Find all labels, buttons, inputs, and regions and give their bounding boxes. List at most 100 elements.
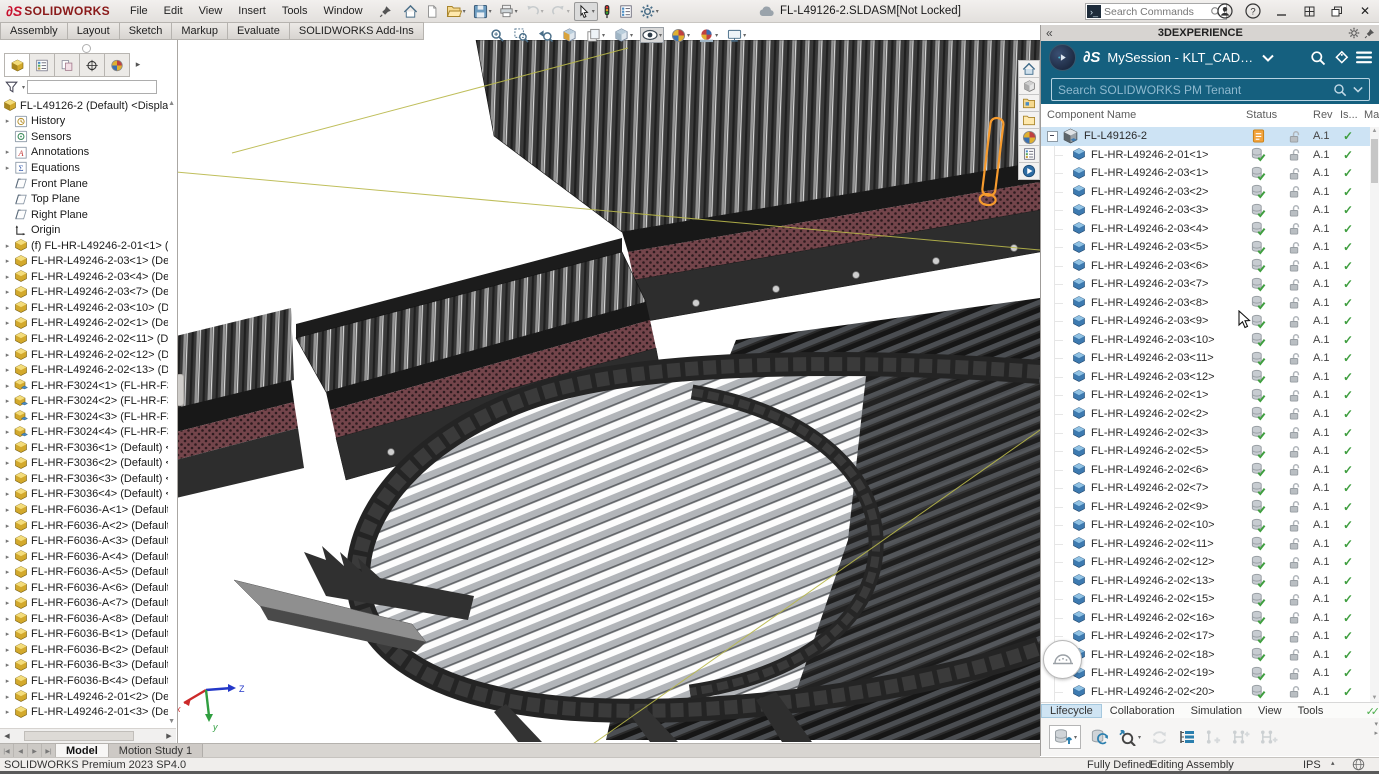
tab-dimxpert-manager[interactable]: [80, 53, 105, 77]
expand-arrow-icon[interactable]: ▸: [2, 630, 13, 638]
expand-arrow-icon[interactable]: ▸: [2, 335, 13, 343]
tree-item[interactable]: ▸FL-HR-F3024<4> (FL-HR-F3024) <: [0, 424, 168, 440]
expand-arrow-icon[interactable]: ▸: [2, 117, 13, 125]
tree-item[interactable]: ▸FL-HR-F3036<4> (Default) <<Def.: [0, 487, 168, 503]
tree-item[interactable]: ▸FL-HR-L49246-2-03<7> (Default): [0, 285, 168, 301]
explore-search-button[interactable]: ▾: [1118, 729, 1141, 746]
component-row[interactable]: FL-HR-L49246-2-03<12>A.1✓: [1041, 368, 1371, 387]
scrollbar-thumb[interactable]: [24, 731, 134, 741]
tab-configuration-manager[interactable]: [55, 53, 80, 77]
filter-input[interactable]: [27, 80, 157, 94]
view-settings-button[interactable]: ▾: [725, 26, 748, 45]
component-row[interactable]: FL-HR-L49246-2-02<11>A.1✓: [1041, 534, 1371, 553]
doc-views-button[interactable]: ▾: [584, 26, 607, 45]
ribbon-tab-layout[interactable]: Layout: [68, 22, 120, 40]
session-selector[interactable]: MySession - KLT_CAD Data (S...: [1107, 50, 1255, 65]
connect-nodes-alt-button[interactable]: [1259, 729, 1278, 745]
tree-item[interactable]: Front Plane: [0, 176, 168, 192]
component-row[interactable]: FL-HR-L49246-2-03<5>A.1✓: [1041, 238, 1371, 257]
tree-item[interactable]: ▸FL-HR-F6036-A<1> (Default) <<D: [0, 502, 168, 518]
component-row[interactable]: FL-HR-L49246-2-03<11>A.1✓: [1041, 349, 1371, 368]
component-row[interactable]: FL-HR-L49246-2-03<10>A.1✓: [1041, 331, 1371, 350]
menu-tools[interactable]: Tools: [274, 2, 316, 20]
expand-arrow-icon[interactable]: ▸: [2, 506, 13, 514]
restore-button[interactable]: [1329, 3, 1345, 19]
close-button[interactable]: ✕: [1357, 3, 1373, 19]
column-header[interactable]: Status: [1246, 109, 1277, 121]
expand-arrow-icon[interactable]: ▸: [2, 661, 13, 669]
component-row[interactable]: FL-HR-L49246-2-03<7>A.1✓: [1041, 275, 1371, 294]
taskpane-custom-props[interactable]: [1018, 146, 1040, 163]
component-row[interactable]: FL-HR-L49246-2-01<1>A.1✓: [1041, 146, 1371, 165]
column-header[interactable]: Component Name: [1047, 109, 1136, 121]
tab-overflow-chevron[interactable]: ▸: [130, 53, 146, 75]
task-list-button[interactable]: [616, 2, 636, 21]
component-row[interactable]: FL-HR-L49246-2-02<12>A.1✓: [1041, 553, 1371, 572]
tree-item[interactable]: ▸FL-HR-F6036-A<2> (Default) <<D: [0, 518, 168, 534]
menu-insert[interactable]: Insert: [230, 2, 274, 20]
ribbon-tab-markup[interactable]: Markup: [172, 22, 228, 40]
component-row[interactable]: FL-HR-L49246-2-02<7>A.1✓: [1041, 479, 1371, 498]
zoom-area-button[interactable]: [512, 26, 531, 45]
component-row[interactable]: FL-HR-L49246-2-03<2>A.1✓: [1041, 183, 1371, 202]
zoom-fit-button[interactable]: [488, 26, 507, 45]
ribbon-tab-solidworks-add-ins[interactable]: SOLIDWORKS Add-Ins: [290, 22, 424, 40]
tree-item[interactable]: ▸FL-HR-L49246-2-02<12> (Default): [0, 347, 168, 363]
filter-funnel-icon[interactable]: [5, 80, 19, 94]
tab-prev-icon[interactable]: ◀: [14, 744, 28, 758]
redo-button[interactable]: ▾: [548, 2, 573, 20]
toolbar-overflow-icons[interactable]: ▾▸: [1374, 720, 1378, 738]
component-row[interactable]: FL-HR-L49246-2-03<4>A.1✓: [1041, 220, 1371, 239]
tab-last-icon[interactable]: ▶|: [42, 744, 56, 758]
expand-arrow-icon[interactable]: ▸: [2, 428, 13, 436]
expand-arrow-icon[interactable]: ▸: [2, 444, 13, 452]
tree-item[interactable]: ▸ΣEquations: [0, 160, 168, 176]
home-button[interactable]: [400, 2, 421, 21]
tab-feature-tree[interactable]: [4, 53, 30, 77]
status-units[interactable]: IPS: [1303, 759, 1321, 771]
tree-item[interactable]: ▸FL-HR-F6036-A<4> (Default) <<D: [0, 549, 168, 565]
undo-button[interactable]: ▾: [522, 2, 547, 20]
tree-item[interactable]: ▸FL-HR-L49246-2-02<11> (Default): [0, 331, 168, 347]
scrollbar-thumb[interactable]: [1371, 139, 1378, 183]
component-row[interactable]: FL-HR-L49246-2-02<3>A.1✓: [1041, 423, 1371, 442]
component-row[interactable]: FL-HR-L49246-2-03<3>A.1✓: [1041, 201, 1371, 220]
view-cube-button[interactable]: ▾: [612, 26, 635, 45]
component-row[interactable]: FL-HR-L49246-2-03<6>A.1✓: [1041, 257, 1371, 276]
collapse-expander-icon[interactable]: [1047, 131, 1058, 142]
expand-arrow-icon[interactable]: ▸: [2, 382, 13, 390]
ribbon-tab-sketch[interactable]: Sketch: [120, 22, 173, 40]
model-viewport[interactable]: x Z y: [176, 40, 1040, 743]
pin-panel-icon[interactable]: [1364, 28, 1375, 39]
ribbon-tab-assembly[interactable]: Assembly: [0, 22, 68, 40]
expand-arrow-icon[interactable]: ▸: [2, 397, 13, 405]
save-platform-button[interactable]: ▾: [1049, 725, 1081, 749]
tab-display-manager[interactable]: [105, 53, 130, 77]
component-row[interactable]: FL-HR-L49246-2-02<2>A.1✓: [1041, 405, 1371, 424]
menu-file[interactable]: File: [122, 2, 156, 20]
component-row[interactable]: FL-HR-L49246-2-02<1>A.1✓: [1041, 386, 1371, 405]
appearance-ball-button[interactable]: ▾: [669, 26, 692, 45]
filter-dropdown-icon[interactable]: ▾: [22, 84, 25, 91]
component-row[interactable]: FL-HR-L49246-2-02<5>A.1✓: [1041, 442, 1371, 461]
component-row[interactable]: FL-HR-L49246-2-02<10>A.1✓: [1041, 516, 1371, 535]
expand-arrow-icon[interactable]: ▸: [2, 148, 13, 156]
taskpane-toolbox-cube[interactable]: [1018, 78, 1040, 95]
tree-item[interactable]: ▸FL-HR-F6036-B<3> (Default) <<D: [0, 658, 168, 674]
expand-arrow-icon[interactable]: ▸: [2, 304, 13, 312]
tree-item[interactable]: ▸FL-HR-F3036<1> (Default) <<Def.: [0, 440, 168, 456]
taskpane-design-library[interactable]: [1018, 95, 1040, 112]
scroll-up-icon[interactable]: ▲: [1370, 128, 1379, 134]
panel-grip[interactable]: [82, 44, 91, 53]
expand-arrow-icon[interactable]: ▸: [2, 319, 13, 327]
gear-icon[interactable]: [1348, 27, 1360, 39]
tab-first-icon[interactable]: |◀: [0, 744, 14, 758]
tree-item[interactable]: ▸(f) FL-HR-L49246-2-01<1> (Defau: [0, 238, 168, 254]
maximize-button[interactable]: [1301, 3, 1317, 19]
tree-item[interactable]: ▸FL-HR-F6036-B<1> (Default) <<D: [0, 627, 168, 643]
tree-item[interactable]: ▸FL-HR-F3024<3> (FL-HR-F3024) <: [0, 409, 168, 425]
user-account-icon[interactable]: [1217, 3, 1233, 19]
component-row[interactable]: FL-HR-L49246-2-02<18>A.1✓: [1041, 645, 1371, 664]
component-row[interactable]: FL-HR-L49246-2-02<6>A.1✓: [1041, 460, 1371, 479]
expand-arrow-icon[interactable]: ▸: [2, 693, 13, 701]
